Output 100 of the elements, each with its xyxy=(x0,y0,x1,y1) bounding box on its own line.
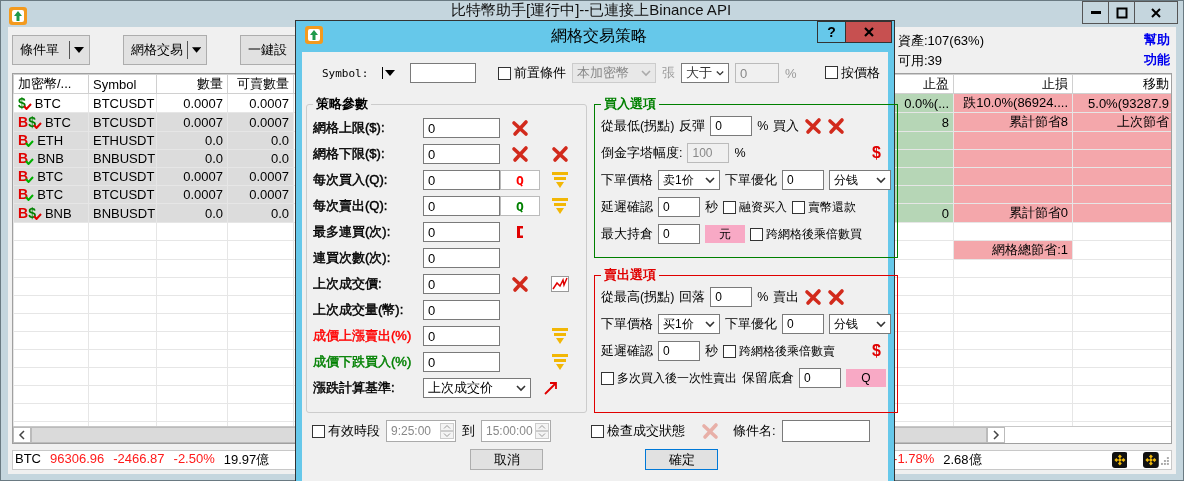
dialog-button[interactable]: 確定 xyxy=(645,449,718,470)
input-field[interactable]: 0 xyxy=(799,368,841,388)
dialog-button[interactable]: 取消 xyxy=(470,449,543,470)
input-field[interactable]: 0 xyxy=(423,196,500,216)
chevron-icon xyxy=(705,320,715,328)
chart-icon[interactable] xyxy=(551,276,569,292)
caret-icon[interactable] xyxy=(74,47,84,53)
toolbar-button[interactable]: 條件單 xyxy=(12,35,90,65)
input-field[interactable]: 0 xyxy=(423,248,500,268)
checkbox[interactable]: 檢查成交狀態 xyxy=(591,422,685,440)
link[interactable]: 功能 xyxy=(1144,51,1170,69)
close-icon xyxy=(862,26,875,38)
clear-icon[interactable] xyxy=(827,117,846,135)
input-field[interactable]: 0 xyxy=(710,287,753,307)
close-button[interactable] xyxy=(1134,1,1178,24)
time-spinner[interactable]: 9:25:00 xyxy=(386,420,456,442)
symbol-dropdown[interactable] xyxy=(382,67,396,79)
clear-icon[interactable] xyxy=(511,145,529,163)
checkbox[interactable]: 有效時段 xyxy=(312,422,380,440)
option-label: 下單價格 xyxy=(601,171,653,189)
maximize-button[interactable] xyxy=(1108,1,1135,24)
dollar-sign[interactable]: $ xyxy=(872,342,881,360)
symbol-label: Symbol: xyxy=(322,66,370,80)
status-badge: B xyxy=(18,169,35,183)
exchange-icon[interactable] xyxy=(1111,452,1128,468)
input-field[interactable]: 0 xyxy=(782,170,824,190)
checkbox[interactable]: 前置條件 xyxy=(498,64,566,82)
option-label: 秒 xyxy=(705,198,718,216)
link[interactable]: 幫助 xyxy=(1144,31,1170,49)
input-field[interactable]: 0 xyxy=(423,352,500,372)
coin-name: BTC xyxy=(34,95,61,111)
clear-icon[interactable] xyxy=(804,288,823,306)
option-label: 從最低(拐點) xyxy=(601,117,675,135)
range-label: 到 xyxy=(462,422,475,440)
caret-icon[interactable] xyxy=(191,47,201,53)
dropdown-select[interactable]: 分钱 xyxy=(829,170,891,190)
status-badge: B$ xyxy=(18,205,42,220)
toolbar-button[interactable]: 網格交易 xyxy=(123,35,207,65)
clear-icon[interactable] xyxy=(551,145,569,163)
account-info: 資產:107(63%) xyxy=(898,32,985,50)
ticker-value: 19.97億 xyxy=(223,451,270,469)
ticker-value: -1.78% xyxy=(893,451,935,468)
dollar-sign[interactable]: $ xyxy=(872,144,881,162)
input-field[interactable]: 0 xyxy=(658,197,700,217)
dropdown-select[interactable]: 买1价 xyxy=(658,314,720,334)
option-label: 賣出 xyxy=(773,288,800,306)
input-field[interactable]: 0 xyxy=(423,300,500,320)
time-spinner[interactable]: 15:00:00 xyxy=(481,420,551,442)
input-field[interactable]: 0 xyxy=(710,116,753,136)
field-label: 成價下跌買入(%) xyxy=(313,353,413,371)
input-field[interactable]: 0 xyxy=(423,118,500,138)
chevron-icon xyxy=(516,384,526,392)
column-header[interactable]: 數量 xyxy=(156,74,228,94)
input-field[interactable]: 0 xyxy=(423,326,500,346)
column-header[interactable]: Symbol xyxy=(88,74,157,94)
coin-name: ETH xyxy=(37,133,64,148)
resize-grip-icon[interactable] xyxy=(1159,455,1169,465)
dropdown-select[interactable]: 大于 xyxy=(681,63,729,83)
option-label: 下單優化 xyxy=(725,315,777,333)
column-header[interactable]: 止損 xyxy=(953,74,1073,94)
symbol-field[interactable] xyxy=(410,63,476,83)
clear-icon[interactable] xyxy=(827,288,846,306)
dropdown-select[interactable]: 分钱 xyxy=(829,314,891,334)
input-field[interactable]: 0 xyxy=(423,144,500,164)
input-field[interactable]: 0 xyxy=(423,170,500,190)
clear-icon[interactable] xyxy=(804,117,823,135)
checkbox[interactable]: 按價格 xyxy=(824,63,880,82)
input-field[interactable]: 0 xyxy=(423,274,500,294)
checkbox[interactable]: 賣幣還款 xyxy=(792,198,856,216)
dropdown-select[interactable]: 上次成交价 xyxy=(423,378,531,398)
close-icon xyxy=(1150,6,1162,19)
clear-icon[interactable] xyxy=(511,275,529,293)
option-label: 秒 xyxy=(705,342,718,360)
input-field[interactable]: 0 xyxy=(658,341,700,361)
input-field[interactable]: 0 xyxy=(423,222,500,242)
status-badge: B xyxy=(18,187,35,201)
column-header[interactable]: 加密幣/... xyxy=(13,74,89,94)
ticker-value: 2.68億 xyxy=(943,451,982,469)
scroll-right-icon[interactable] xyxy=(992,430,1000,440)
clear-icon[interactable] xyxy=(511,119,529,137)
option-label: 保留底倉 xyxy=(742,369,794,387)
column-header[interactable]: 移動 xyxy=(1072,74,1171,94)
status-badge: $ xyxy=(18,95,32,110)
checkbox[interactable]: 多次買入後一次性賣出 xyxy=(601,369,737,387)
checkbox[interactable]: 融资买入 xyxy=(723,198,787,216)
checkbox[interactable]: 跨網格後乘倍數賣 xyxy=(723,342,835,360)
dialog-title: 網格交易策略 xyxy=(551,26,647,46)
field-label: 最多連買(次): xyxy=(313,223,392,241)
name-field[interactable] xyxy=(781,420,870,442)
scroll-left-icon[interactable] xyxy=(18,430,26,440)
input-field[interactable]: 0 xyxy=(658,224,700,244)
exchange-icon[interactable] xyxy=(1143,452,1160,468)
dropdown-select[interactable]: 卖1价 xyxy=(658,170,720,190)
input-field[interactable]: 0 xyxy=(782,314,824,334)
option-label: 延遲確認 xyxy=(601,198,653,216)
arrow-icon[interactable] xyxy=(543,380,559,396)
option-label: % xyxy=(734,146,746,160)
minimize-button[interactable] xyxy=(1082,1,1109,24)
checkbox[interactable]: 跨網格後乘倍數買 xyxy=(750,225,862,243)
column-header[interactable]: 可賣數量 xyxy=(227,74,294,94)
